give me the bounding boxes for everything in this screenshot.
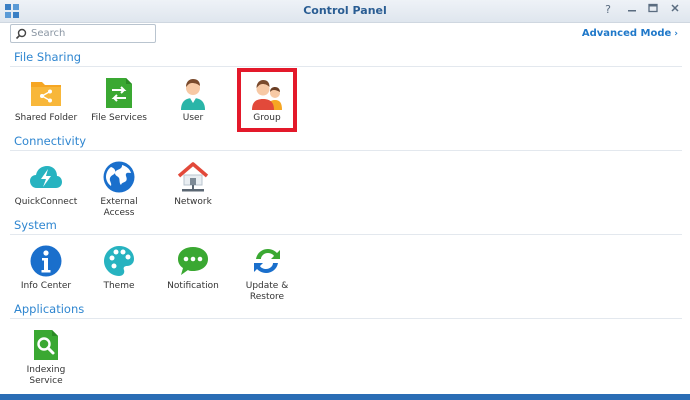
section-divider — [10, 150, 682, 151]
shared-folder-item[interactable]: Shared Folder — [14, 76, 78, 124]
item-label: Theme — [103, 281, 135, 291]
chat-bubble-icon — [178, 247, 208, 275]
quickconnect-icon — [30, 166, 62, 188]
maximize-icon[interactable] — [645, 2, 661, 18]
network-item[interactable]: Network — [161, 160, 225, 208]
advanced-mode-label: Advanced Mode — [581, 28, 672, 39]
item-label: External Access — [100, 197, 138, 218]
section-divider — [10, 234, 682, 235]
help-icon[interactable]: ? — [600, 2, 616, 18]
info-icon — [30, 245, 62, 277]
window-title: Control Panel — [303, 4, 387, 17]
shared-folder-icon — [31, 82, 61, 106]
chevron-right-icon: › — [674, 29, 678, 39]
item-label: File Services — [91, 113, 147, 123]
item-label: Indexing Service — [26, 365, 66, 386]
item-label: Info Center — [20, 281, 72, 291]
info-center-item[interactable]: Info Center — [14, 244, 78, 292]
section-title-file-sharing: File Sharing — [14, 50, 82, 64]
search-document-icon — [34, 330, 58, 360]
item-label: Notification — [167, 281, 219, 291]
title-bar[interactable]: Control Panel ? — [0, 0, 690, 23]
section-divider — [10, 318, 682, 319]
section-title-applications: Applications — [14, 302, 85, 316]
highlight-box — [237, 68, 297, 132]
quickconnect-item[interactable]: QuickConnect — [14, 160, 78, 208]
external-access-item[interactable]: External Access — [87, 160, 151, 219]
update-restore-item[interactable]: Update & Restore — [235, 244, 299, 303]
file-services-icon — [106, 78, 132, 108]
user-item[interactable]: User — [161, 76, 225, 124]
theme-item[interactable]: Theme — [87, 244, 151, 292]
item-label: Update & Restore — [245, 281, 289, 302]
advanced-mode-link[interactable]: Advanced Mode › — [582, 28, 678, 39]
minimize-icon[interactable] — [624, 2, 640, 18]
palette-icon — [104, 246, 134, 276]
close-icon[interactable] — [667, 2, 683, 18]
section-divider — [10, 66, 682, 67]
file-services-item[interactable]: File Services — [87, 76, 151, 124]
search-icon — [15, 28, 27, 40]
refresh-arrows-icon — [254, 249, 280, 273]
search-box[interactable] — [10, 24, 156, 43]
user-icon — [181, 79, 205, 110]
indexing-service-item[interactable]: Indexing Service — [14, 328, 78, 387]
notification-item[interactable]: Notification — [161, 244, 225, 292]
section-title-connectivity: Connectivity — [14, 134, 87, 148]
search-input[interactable] — [31, 26, 151, 41]
item-label: User — [182, 113, 204, 123]
control-panel-window: Control Panel ? Advanced Mode› File Shar… — [0, 0, 690, 394]
item-label: Network — [174, 197, 212, 207]
section-title-system: System — [14, 218, 57, 232]
item-label: Shared Folder — [14, 113, 78, 123]
item-label: QuickConnect — [14, 197, 78, 207]
taskbar — [0, 394, 690, 400]
network-house-icon — [177, 162, 209, 192]
globe-icon — [103, 161, 135, 193]
